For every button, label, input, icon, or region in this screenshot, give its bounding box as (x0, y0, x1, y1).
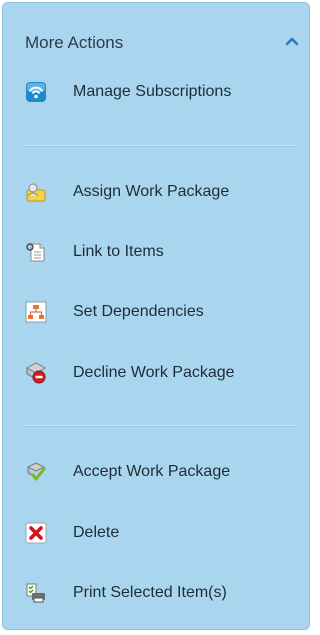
action-label: Delete (73, 524, 120, 541)
link-to-items-action[interactable]: Link to Items (25, 239, 164, 265)
assign-icon (26, 183, 46, 202)
print-icon (26, 583, 45, 603)
manage-subscriptions-action[interactable]: Manage Subscriptions (25, 79, 231, 105)
action-label: Set Dependencies (73, 303, 204, 320)
more-actions-panel: More Actions Manage Subscriptions Assign… (2, 2, 310, 630)
collapse-chevron-icon[interactable] (285, 36, 299, 46)
print-selected-items-action[interactable]: Print Selected Item(s) (25, 580, 227, 606)
decline-work-package-action[interactable]: Decline Work Package (25, 360, 235, 386)
link-document-icon (26, 243, 45, 262)
subscription-icon (26, 82, 46, 102)
set-dependencies-action[interactable]: Set Dependencies (25, 299, 204, 325)
action-label: Assign Work Package (73, 183, 230, 200)
accept-icon (26, 462, 46, 481)
accept-work-package-action[interactable]: Accept Work Package (25, 459, 230, 485)
action-label: Accept Work Package (73, 463, 231, 480)
panel-title: More Actions (25, 33, 124, 52)
action-label: Link to Items (73, 243, 164, 260)
divider (25, 425, 295, 427)
dependencies-icon (25, 301, 47, 323)
action-label: Decline Work Package (73, 364, 235, 381)
assign-work-package-action[interactable]: Assign Work Package (25, 179, 229, 205)
delete-icon (25, 522, 47, 544)
delete-action[interactable]: Delete (25, 520, 119, 546)
action-label: Print Selected Item(s) (73, 584, 227, 601)
divider (25, 145, 295, 147)
decline-icon (25, 362, 47, 384)
action-label: Manage Subscriptions (73, 83, 232, 100)
